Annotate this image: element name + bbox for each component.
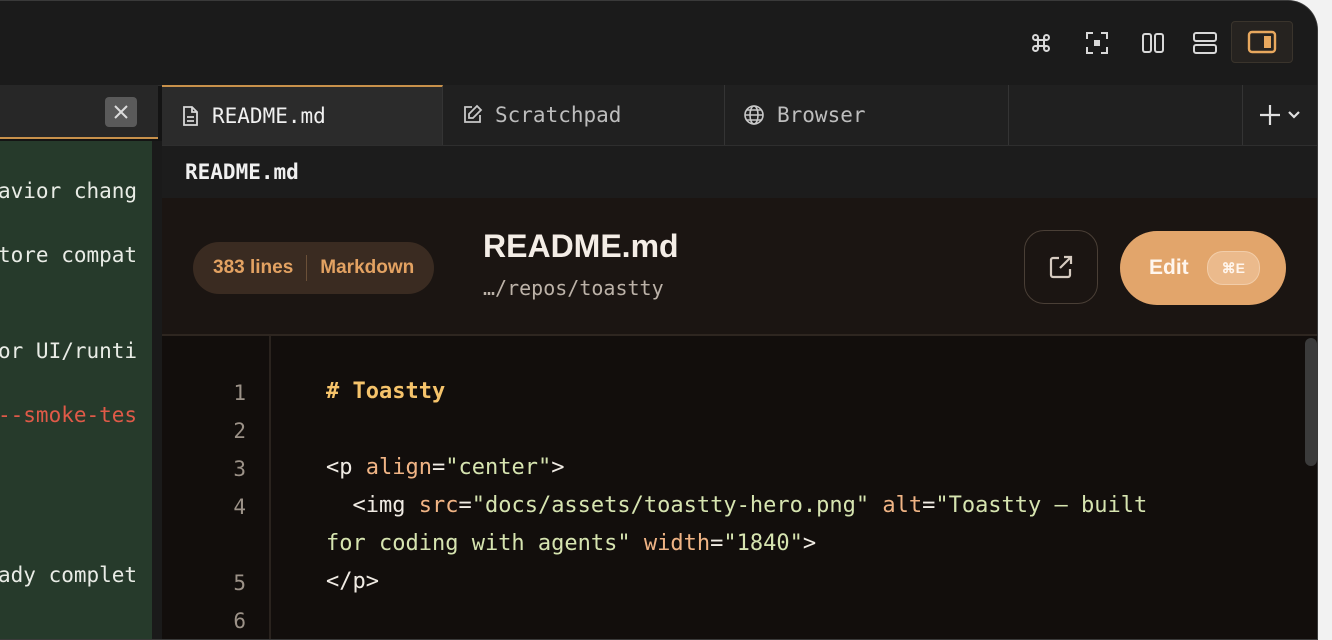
line-number: 3 [233,457,246,481]
plus-icon [1260,105,1280,125]
tab-readme[interactable]: README.md [162,85,443,145]
tab-label: Browser [777,103,866,127]
tab-label: README.md [212,104,326,128]
code-line: # Toastty [326,379,446,404]
terminal-pane[interactable]: avior chang tore compat or UI/runti --sm… [0,141,152,639]
file-title: README.md [483,228,679,264]
top-toolbar [0,1,1317,86]
pane-divider[interactable] [152,141,162,639]
line-count: 383 lines [213,257,294,278]
terminal-line: ady complet [0,563,138,587]
terminal-line: or UI/runti [0,339,138,363]
split-columns-icon[interactable] [1135,25,1171,61]
left-pane-tabbar [0,85,158,139]
code-line: <p align="center"> [326,455,565,480]
edit-label: Edit [1149,256,1189,279]
edit-button[interactable]: Edit ⌘E [1120,231,1286,305]
focus-icon[interactable] [1079,25,1115,61]
close-pane-button[interactable] [105,97,137,127]
chevron-down-icon [1288,111,1300,119]
code-line: </p> [326,569,379,594]
document-icon [183,106,198,126]
split-rows-icon[interactable] [1187,25,1223,61]
shortcut-badge: ⌘E [1206,251,1261,285]
tab-browser[interactable]: Browser [725,85,1009,145]
app-window: avior chang tore compat or UI/runti --sm… [0,0,1318,640]
terminal-line: --smoke-tes [0,403,138,427]
close-icon [114,105,128,119]
tab-label: Scratchpad [495,103,622,127]
file-type: Markdown [320,257,415,278]
panel-title-text: README.md [185,160,299,184]
divider [306,255,308,281]
tab-bar: README.md Scratchpad Browser [162,85,1317,146]
terminal-line: tore compat [0,243,138,267]
file-header: 383 lines Markdown README.md …/repos/toa… [162,198,1317,336]
line-number: 2 [233,419,246,443]
command-icon[interactable] [1023,25,1059,61]
line-number: 1 [233,381,246,405]
edit-note-icon [464,104,483,123]
line-number: 4 [233,495,246,519]
right-panel-icon[interactable] [1231,21,1293,63]
globe-icon [744,105,764,125]
line-number: 5 [233,571,246,595]
file-path: …/repos/toastty [483,276,664,300]
scrollbar[interactable] [1305,338,1317,466]
line-number: 6 [233,609,246,633]
panel-title: README.md [162,146,1317,198]
open-external-button[interactable] [1024,230,1098,304]
line-gutter: 1 2 3 4 5 6 [162,336,271,639]
new-tab-button[interactable] [1242,85,1317,145]
terminal-line: avior chang [0,179,138,203]
external-link-icon [1049,255,1073,279]
file-stats-badge: 383 lines Markdown [193,242,435,294]
code-line: <img src="docs/assets/toastty-hero.png" … [326,493,1148,518]
code-viewer[interactable]: 1 2 3 4 5 6 # Toastty <p align="center">… [162,336,1317,639]
code-line: for coding with agents" width="1840"> [326,531,817,556]
tab-scratchpad[interactable]: Scratchpad [443,85,725,145]
